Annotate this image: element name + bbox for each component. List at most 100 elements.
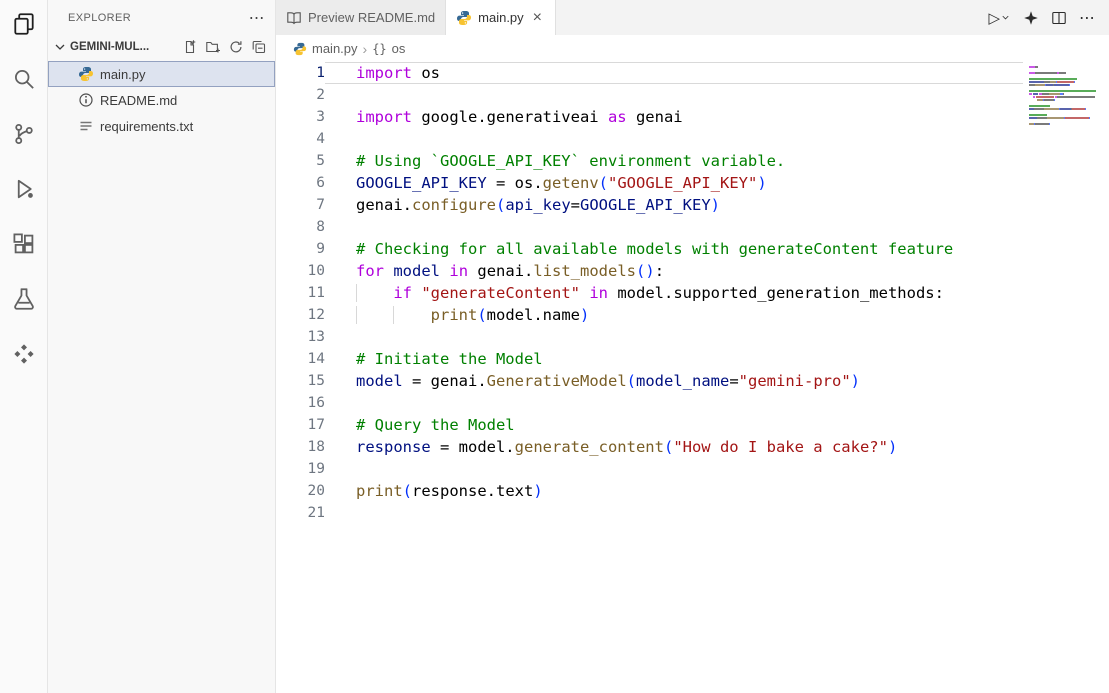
refresh-icon[interactable] bbox=[226, 37, 246, 57]
line-number: 13 bbox=[276, 326, 325, 348]
code-line-20[interactable]: 20print(response.text) bbox=[276, 480, 1023, 502]
code-line-19[interactable]: 19 bbox=[276, 458, 1023, 480]
line-number: 14 bbox=[276, 348, 325, 370]
file-list: main.py README.md requirements.txt bbox=[48, 59, 275, 139]
line-content[interactable]: # Initiate the Model bbox=[325, 348, 1023, 370]
run-dropdown-chevron-icon[interactable] bbox=[1000, 12, 1011, 23]
minimap-line bbox=[1029, 69, 1105, 71]
file-row-readme-md[interactable]: README.md bbox=[48, 87, 275, 113]
line-content[interactable] bbox=[325, 392, 1023, 414]
line-content[interactable]: model = genai.GenerativeModel(model_name… bbox=[325, 370, 1023, 392]
run-and-debug-icon[interactable] bbox=[0, 165, 48, 213]
file-row-requirements-txt[interactable]: requirements.txt bbox=[48, 113, 275, 139]
minimap-line bbox=[1029, 126, 1105, 128]
tab-preview-readme[interactable]: Preview README.md bbox=[276, 0, 446, 35]
code-editor[interactable]: 1import os23import google.generativeai a… bbox=[276, 62, 1109, 693]
line-content[interactable]: genai.configure(api_key=GOOGLE_API_KEY) bbox=[325, 194, 1023, 216]
line-content[interactable]: # Checking for all available models with… bbox=[325, 238, 1023, 260]
code-line-21[interactable]: 21 bbox=[276, 502, 1023, 524]
line-content[interactable]: if "generateContent" in model.supported_… bbox=[325, 282, 1023, 304]
code-line-6[interactable]: 6GOOGLE_API_KEY = os.getenv("GOOGLE_API_… bbox=[276, 172, 1023, 194]
line-content[interactable] bbox=[325, 84, 1023, 106]
minimap-line bbox=[1029, 105, 1105, 107]
namespace-symbol-icon: {} bbox=[372, 42, 386, 56]
tab-main-py[interactable]: main.py × bbox=[446, 0, 556, 35]
code-line-16[interactable]: 16 bbox=[276, 392, 1023, 414]
line-content[interactable]: response = model.generate_content("How d… bbox=[325, 436, 1023, 458]
more-actions-icon[interactable]: ⋯ bbox=[1079, 8, 1095, 28]
code-line-11[interactable]: 11 if "generateContent" in model.support… bbox=[276, 282, 1023, 304]
breadcrumb-symbol[interactable]: os bbox=[392, 41, 406, 56]
line-content[interactable]: # Query the Model bbox=[325, 414, 1023, 436]
file-label: README.md bbox=[100, 93, 177, 108]
search-icon[interactable] bbox=[0, 55, 48, 103]
line-content[interactable]: print(model.name) bbox=[325, 304, 1023, 326]
new-file-icon[interactable] bbox=[180, 37, 200, 57]
sparkle-button[interactable] bbox=[1023, 10, 1039, 26]
line-number: 3 bbox=[276, 106, 325, 128]
code-line-7[interactable]: 7genai.configure(api_key=GOOGLE_API_KEY) bbox=[276, 194, 1023, 216]
line-number: 16 bbox=[276, 392, 325, 414]
close-icon[interactable]: × bbox=[530, 9, 545, 27]
run-python-file-button[interactable]: ▷ bbox=[988, 9, 1011, 27]
folder-section-header[interactable]: GEMINI-MUL... bbox=[48, 35, 275, 59]
python-icon bbox=[78, 66, 94, 82]
explorer-more-actions-icon[interactable]: ⋯ bbox=[249, 8, 265, 28]
line-content[interactable] bbox=[325, 326, 1023, 348]
minimap-line bbox=[1029, 111, 1105, 113]
minimap-line bbox=[1029, 75, 1105, 77]
section-actions bbox=[180, 37, 269, 57]
file-row-main-py[interactable]: main.py bbox=[48, 61, 275, 87]
line-content[interactable]: GOOGLE_API_KEY = os.getenv("GOOGLE_API_K… bbox=[325, 172, 1023, 194]
code-line-2[interactable]: 2 bbox=[276, 84, 1023, 106]
code-line-15[interactable]: 15model = genai.GenerativeModel(model_na… bbox=[276, 370, 1023, 392]
split-editor-icon bbox=[1051, 10, 1067, 26]
minimap-line bbox=[1029, 72, 1105, 74]
code-lines[interactable]: 1import os23import google.generativeai a… bbox=[276, 62, 1023, 693]
explorer-icon[interactable] bbox=[0, 0, 48, 48]
line-content[interactable] bbox=[325, 216, 1023, 238]
minimap-line bbox=[1029, 90, 1105, 92]
code-line-8[interactable]: 8 bbox=[276, 216, 1023, 238]
sidebar-header: EXPLORER ⋯ bbox=[48, 0, 275, 35]
line-content[interactable]: import os bbox=[325, 62, 1023, 84]
code-line-12[interactable]: 12 print(model.name) bbox=[276, 304, 1023, 326]
gemini-extension-icon[interactable] bbox=[0, 330, 48, 378]
code-line-10[interactable]: 10for model in genai.list_models(): bbox=[276, 260, 1023, 282]
source-control-icon[interactable] bbox=[0, 110, 48, 158]
collapse-folders-icon[interactable] bbox=[249, 37, 269, 57]
code-line-4[interactable]: 4 bbox=[276, 128, 1023, 150]
minimap-line bbox=[1029, 87, 1105, 89]
line-content[interactable] bbox=[325, 458, 1023, 480]
line-content[interactable] bbox=[325, 502, 1023, 524]
code-line-17[interactable]: 17# Query the Model bbox=[276, 414, 1023, 436]
code-line-1[interactable]: 1import os bbox=[276, 62, 1023, 84]
minimap-line bbox=[1029, 99, 1105, 101]
markdown-preview-icon bbox=[286, 10, 302, 26]
line-content[interactable]: # Using `GOOGLE_API_KEY` environment var… bbox=[325, 150, 1023, 172]
tab-label: main.py bbox=[478, 10, 524, 25]
code-line-13[interactable]: 13 bbox=[276, 326, 1023, 348]
line-number: 17 bbox=[276, 414, 325, 436]
line-content[interactable] bbox=[325, 128, 1023, 150]
line-content[interactable]: for model in genai.list_models(): bbox=[325, 260, 1023, 282]
code-line-14[interactable]: 14# Initiate the Model bbox=[276, 348, 1023, 370]
activity-bar bbox=[0, 0, 48, 693]
python-icon bbox=[293, 42, 307, 56]
line-number: 4 bbox=[276, 128, 325, 150]
line-content[interactable]: print(response.text) bbox=[325, 480, 1023, 502]
line-content[interactable]: import google.generativeai as genai bbox=[325, 106, 1023, 128]
code-line-5[interactable]: 5# Using `GOOGLE_API_KEY` environment va… bbox=[276, 150, 1023, 172]
code-line-9[interactable]: 9# Checking for all available models wit… bbox=[276, 238, 1023, 260]
minimap[interactable] bbox=[1023, 62, 1109, 693]
split-editor-button[interactable] bbox=[1051, 10, 1067, 26]
extensions-icon[interactable] bbox=[0, 220, 48, 268]
testing-icon[interactable] bbox=[0, 275, 48, 323]
breadcrumb-file[interactable]: main.py bbox=[312, 41, 358, 56]
vscode-window: EXPLORER ⋯ GEMINI-MUL... bbox=[0, 0, 1109, 693]
breadcrumb: main.py › {} os bbox=[276, 35, 1109, 62]
code-line-3[interactable]: 3import google.generativeai as genai bbox=[276, 106, 1023, 128]
code-line-18[interactable]: 18response = model.generate_content("How… bbox=[276, 436, 1023, 458]
new-folder-icon[interactable] bbox=[203, 37, 223, 57]
line-number: 9 bbox=[276, 238, 325, 260]
